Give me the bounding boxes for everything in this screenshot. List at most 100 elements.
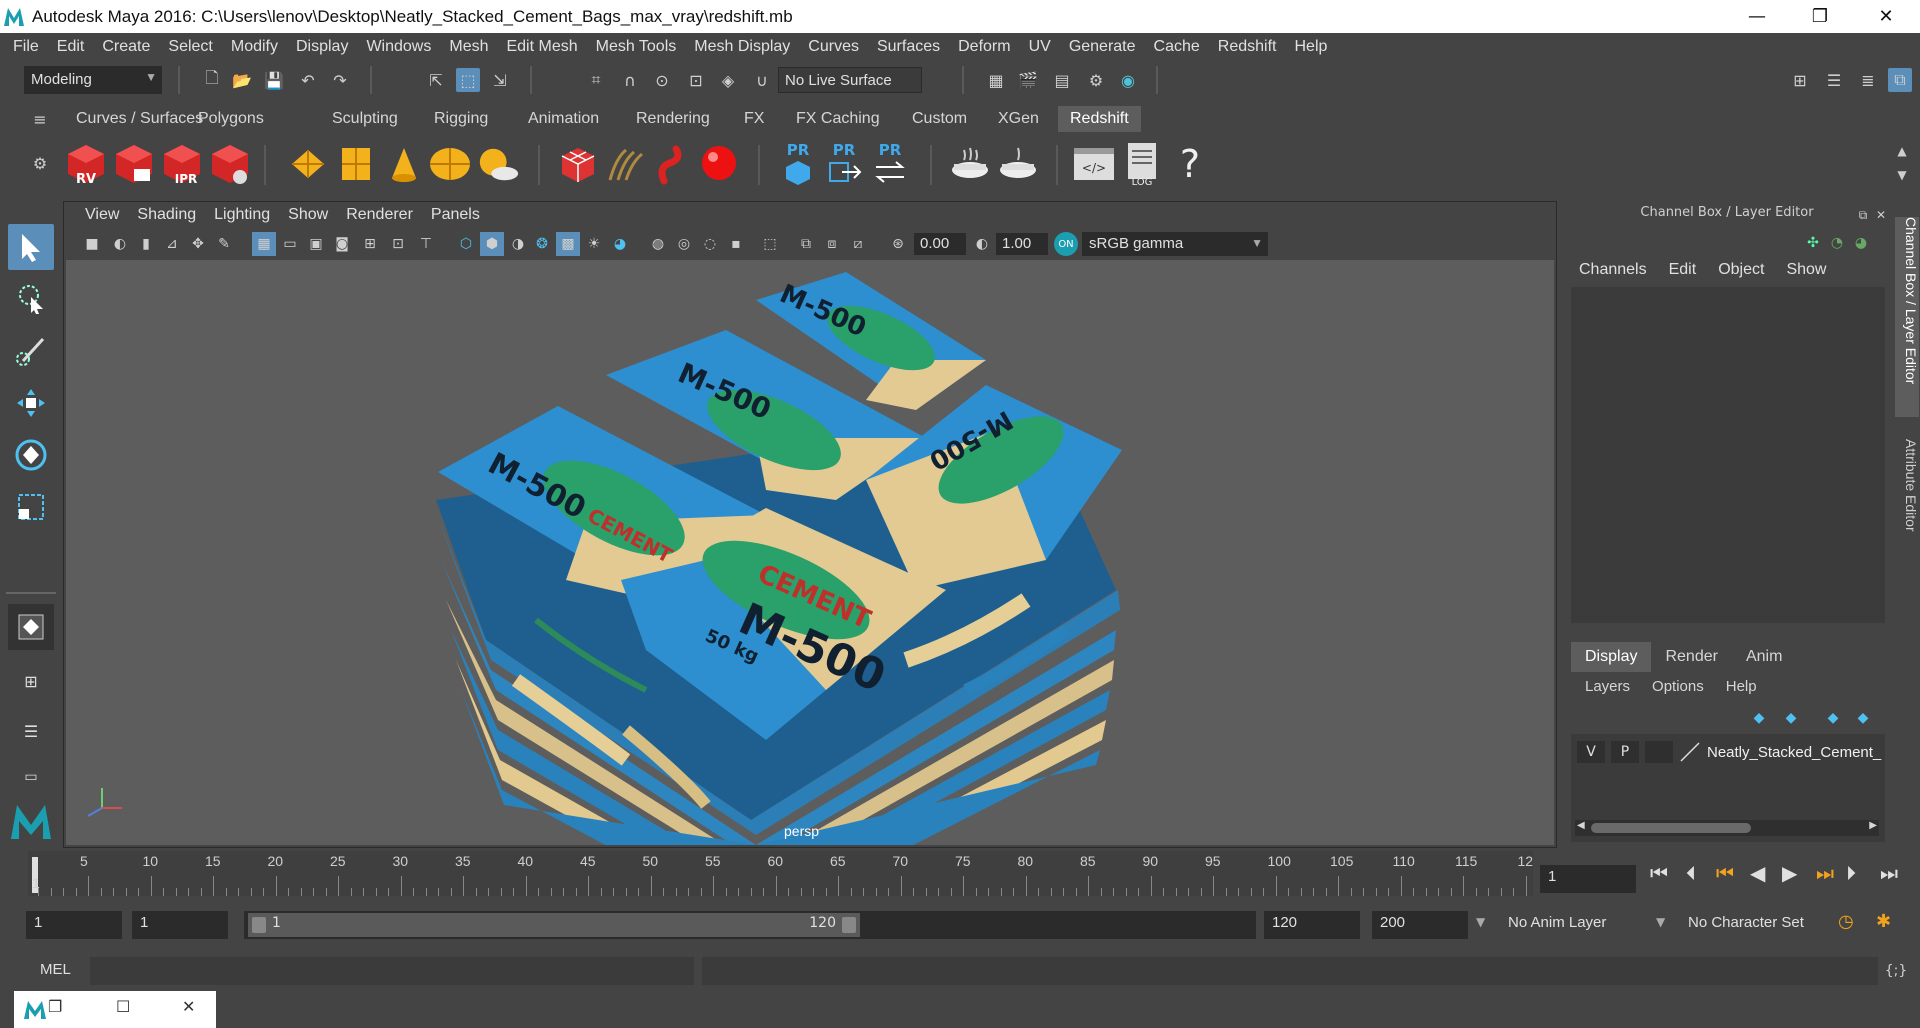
layer-name[interactable]: Neatly_Stacked_Cement_ [1707,744,1881,761]
screen-space-ao-icon[interactable]: ◍ [646,232,670,256]
end-time-field[interactable]: 200 [1372,911,1468,939]
save-scene-icon[interactable]: 💾 [262,68,286,92]
scroll-up-icon[interactable]: ▲ [1890,139,1914,163]
move-tool-icon[interactable] [8,380,54,426]
menu-file[interactable]: File [4,38,48,56]
scale-tool-icon[interactable] [8,484,54,530]
hypershade-icon[interactable]: ◉ [1116,68,1140,92]
scrollbar-thumb[interactable] [1591,823,1751,833]
render-view-icon[interactable]: ▦ [984,68,1008,92]
move-layer-down-icon[interactable]: ◆ [1779,706,1803,730]
open-scene-icon[interactable]: 📂 [230,68,254,92]
vp-menu-renderer[interactable]: Renderer [337,206,422,224]
close-button[interactable]: ✕ [1856,0,1916,33]
menu-generate[interactable]: Generate [1060,38,1145,56]
render-settings-icon[interactable]: ⚙ [1084,68,1108,92]
redshift-sphere-icon[interactable] [698,141,742,187]
script-editor-icon[interactable]: {;} [1884,959,1908,983]
redshift-hair-icon[interactable] [602,141,646,187]
play-backward-icon[interactable]: ◀ [1750,861,1765,885]
maya-home-icon[interactable] [8,798,54,844]
step-back-frame-icon[interactable]: ⏴ [1686,861,1696,885]
vp-menu-show[interactable]: Show [279,206,337,224]
menu-edit[interactable]: Edit [48,38,94,56]
layout-expand-icon[interactable]: ▭ [8,754,54,800]
chevron-down-icon[interactable]: ▼ [1476,915,1485,929]
help-icon[interactable]: ? [1168,141,1212,187]
magnet-icon[interactable]: ∪ [750,68,774,92]
menu-modify[interactable]: Modify [222,38,287,56]
snap-curve-icon[interactable]: ∩ [618,68,642,92]
cb-menu-channels[interactable]: Channels [1579,261,1647,279]
redshift-pr-box-icon[interactable]: PR [776,141,820,187]
menu-mesh-tools[interactable]: Mesh Tools [587,38,686,56]
minimized-window[interactable]: ❐ ☐ ✕ [14,991,216,1028]
redshift-render-icon[interactable] [112,141,156,187]
gear-icon[interactable]: ⚙ [28,151,52,175]
layout-outliner-icon[interactable]: ☰ [8,708,54,754]
xray-active-icon[interactable]: ⧈ [820,232,844,256]
tab-polygons[interactable]: Polygons [186,106,276,132]
motion-blur-icon[interactable]: ◎ [672,232,696,256]
snap-surface-icon[interactable]: ◈ [716,68,740,92]
vp-menu-view[interactable]: View [76,206,128,224]
vp-menu-shading[interactable]: Shading [128,206,205,224]
layer-scrollbar[interactable]: ◀ ▶ [1575,820,1879,836]
resolution-gate-icon[interactable]: ▣ [304,232,328,256]
gamma-icon[interactable]: ◐ [970,232,994,256]
3d-viewport[interactable]: M-500 CEMENT M-500 M-500 M-500 M-500 50 … [66,260,1554,845]
snap-view-icon[interactable]: ⊡ [684,68,708,92]
current-frame-field[interactable]: 1 [1540,865,1636,893]
depth-of-field-icon[interactable]: ▪ [724,232,748,256]
rotate-tool-icon[interactable] [8,432,54,478]
side-tab-channel-box[interactable]: Channel Box / Layer Editor [1895,217,1919,417]
color-space-dropdown[interactable]: sRGB gamma ▼ [1082,232,1268,256]
menu-display[interactable]: Display [287,38,357,56]
grease-pencil-icon[interactable]: ✎ [212,232,236,256]
xray-joints-icon[interactable]: ⧉ [794,232,818,256]
redshift-light-grid-icon[interactable] [334,141,378,187]
menu-curves[interactable]: Curves [799,38,868,56]
grid-icon[interactable]: ▦ [252,232,276,256]
camera-attrs-icon[interactable]: ◐ [108,232,132,256]
redshift-script-icon[interactable]: </> [1072,141,1116,187]
safe-action-icon[interactable]: ⊡ [386,232,410,256]
redshift-dome-light-icon[interactable] [428,141,472,187]
textured-icon[interactable]: ▩ [556,232,580,256]
layer-menu-options[interactable]: Options [1652,678,1704,695]
menu-help[interactable]: Help [1285,38,1336,56]
menu-deform[interactable]: Deform [949,38,1019,56]
film-gate-icon[interactable]: ▭ [278,232,302,256]
camera-icon[interactable]: ■ [80,232,104,256]
new-scene-icon[interactable]: 🗋 [200,68,224,92]
exposure-field[interactable]: 0.00 [914,233,966,255]
smooth-shade-icon[interactable]: ⬢ [480,232,504,256]
layer-color-icon[interactable] [1679,741,1701,763]
redshift-volume-icon[interactable] [652,141,696,187]
range-slider-thumb[interactable]: 1 120 [248,913,860,937]
layer-type-toggle[interactable] [1645,741,1673,763]
isolate-select-icon[interactable]: ⬚ [758,232,782,256]
channel-box-toggle-icon[interactable]: ⧉ [1888,68,1912,92]
menu-edit-mesh[interactable]: Edit Mesh [497,38,586,56]
select-object-icon[interactable]: ⬚ [456,68,480,92]
tab-fx-caching[interactable]: FX Caching [784,106,892,132]
play-forward-icon[interactable]: ▶ [1782,861,1797,885]
redshift-proxy-icon[interactable] [556,141,600,187]
shadows-icon[interactable]: ◕ [608,232,632,256]
menu-mesh-display[interactable]: Mesh Display [685,38,799,56]
use-all-lights-icon[interactable]: ☀ [582,232,606,256]
chevron-down-icon[interactable]: ▼ [1656,915,1665,929]
hyper-icon[interactable]: ◕ [1849,231,1873,255]
lasso-tool-icon[interactable] [8,276,54,322]
start-time-field[interactable]: 1 [26,911,122,939]
backface-icon[interactable]: ⧄ [846,232,870,256]
select-tool-icon[interactable] [8,224,54,270]
tab-xgen[interactable]: XGen [986,106,1051,132]
menu-redshift[interactable]: Redshift [1209,38,1286,56]
scroll-right-icon[interactable]: ▶ [1869,820,1877,831]
snap-point-icon[interactable]: ⊙ [650,68,674,92]
tab-anim[interactable]: Anim [1732,642,1796,672]
tab-display[interactable]: Display [1571,642,1652,672]
mode-dropdown[interactable]: Modeling ▼ [24,66,162,94]
